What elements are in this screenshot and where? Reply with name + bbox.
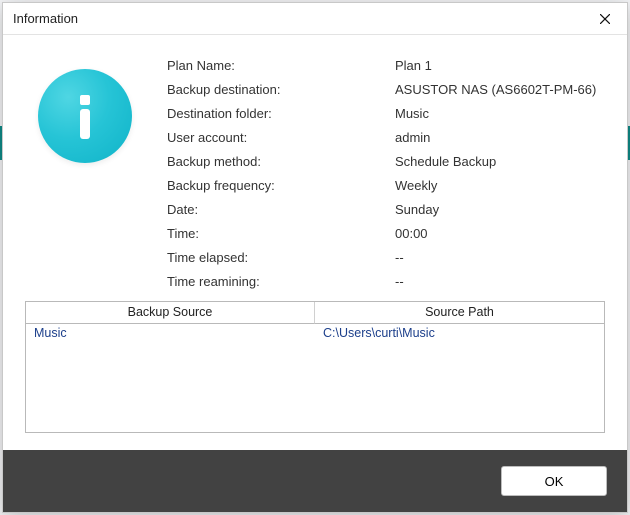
label-backup-frequency: Backup frequency:	[167, 177, 387, 195]
info-icon-bar	[80, 109, 90, 139]
value-backup-method: Schedule Backup	[395, 153, 605, 171]
label-time-elapsed: Time elapsed:	[167, 249, 387, 267]
label-time-remaining: Time reamining:	[167, 273, 387, 291]
label-plan-name: Plan Name:	[167, 57, 387, 75]
ok-button[interactable]: OK	[501, 466, 607, 496]
value-destination-folder: Music	[395, 105, 605, 123]
table-header: Backup Source Source Path	[26, 302, 604, 324]
value-time-remaining: --	[395, 273, 605, 291]
label-destination-folder: Destination folder:	[167, 105, 387, 123]
value-user-account: admin	[395, 129, 605, 147]
cell-source-path: C:\Users\curti\Music	[315, 324, 604, 344]
value-time-elapsed: --	[395, 249, 605, 267]
dialog-footer: OK	[3, 450, 627, 512]
value-backup-destination: ASUSTOR NAS (AS6602T-PM-66)	[395, 81, 605, 99]
content-area: Plan Name: Plan 1 Backup destination: AS…	[3, 35, 627, 450]
col-source-path[interactable]: Source Path	[315, 302, 604, 324]
label-date: Date:	[167, 201, 387, 219]
cell-backup-source: Music	[26, 324, 315, 344]
close-icon	[600, 14, 610, 24]
col-backup-source[interactable]: Backup Source	[26, 302, 315, 324]
window-title: Information	[13, 11, 78, 26]
value-date: Sunday	[395, 201, 605, 219]
close-button[interactable]	[582, 3, 627, 34]
info-top-row: Plan Name: Plan 1 Backup destination: AS…	[25, 53, 605, 291]
label-time: Time:	[167, 225, 387, 243]
source-table: Backup Source Source Path Music C:\Users…	[25, 301, 605, 433]
label-backup-destination: Backup destination:	[167, 81, 387, 99]
information-dialog: Information Plan Name: Plan 1 Backup des…	[2, 2, 628, 513]
label-user-account: User account:	[167, 129, 387, 147]
value-plan-name: Plan 1	[395, 57, 605, 75]
info-icon	[38, 69, 132, 163]
icon-column	[25, 53, 145, 163]
info-icon-dot	[80, 95, 90, 105]
table-body[interactable]: Music C:\Users\curti\Music	[26, 324, 604, 432]
titlebar: Information	[3, 3, 627, 35]
fields-grid: Plan Name: Plan 1 Backup destination: AS…	[167, 53, 605, 291]
label-backup-method: Backup method:	[167, 153, 387, 171]
value-time: 00:00	[395, 225, 605, 243]
value-backup-frequency: Weekly	[395, 177, 605, 195]
table-row[interactable]: Music C:\Users\curti\Music	[26, 324, 604, 344]
